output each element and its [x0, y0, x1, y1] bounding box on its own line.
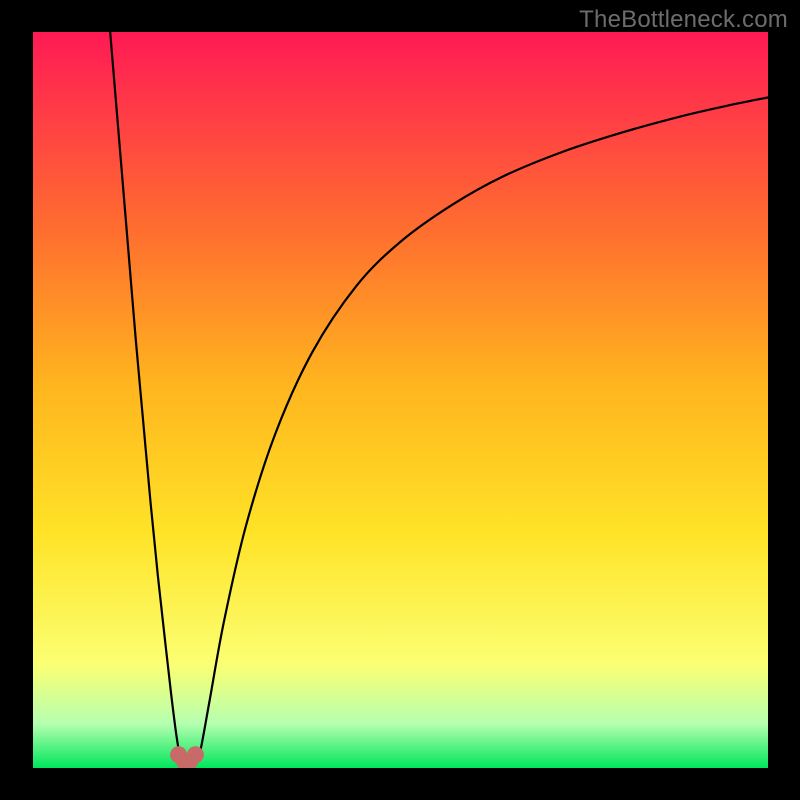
gradient-background	[33, 32, 768, 768]
minimum-marker-dot	[187, 746, 204, 763]
chart-frame: TheBottleneck.com	[0, 0, 800, 800]
watermark-text: TheBottleneck.com	[579, 6, 788, 34]
chart-svg	[33, 32, 768, 768]
chart-plot-area	[33, 32, 768, 768]
